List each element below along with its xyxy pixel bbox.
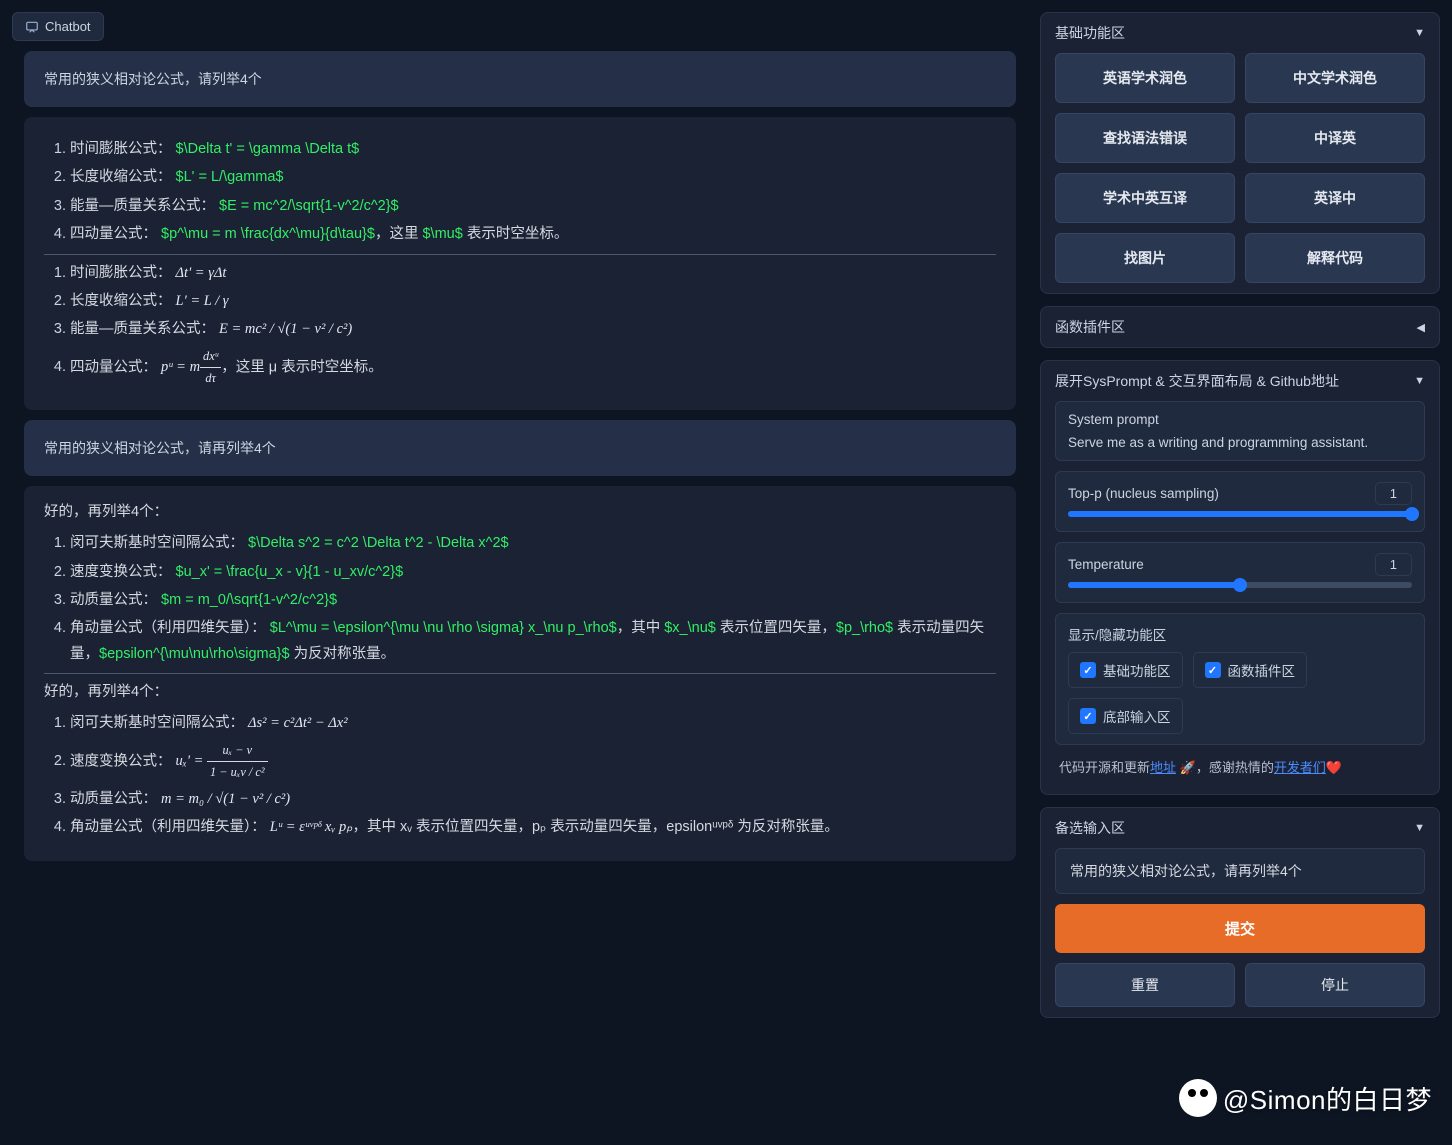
alt-input-field[interactable]: 常用的狭义相对论公式，请再列举4个	[1055, 848, 1425, 894]
sysprompt-header[interactable]: 展开SysPrompt & 交互界面布局 & Github地址 ▼	[1055, 371, 1425, 391]
basic-functions-panel: 基础功能区 ▼ 英语学术润色 中文学术润色 查找语法错误 中译英 学术中英互译 …	[1040, 12, 1440, 294]
basic-functions-header[interactable]: 基础功能区 ▼	[1055, 23, 1425, 43]
bot-message-1: 时间膨胀公式： $\Delta t' = \gamma \Delta t$ 长度…	[24, 117, 1016, 410]
btn-find-image[interactable]: 找图片	[1055, 233, 1235, 283]
check-icon: ✓	[1080, 662, 1096, 678]
sysprompt-panel: 展开SysPrompt & 交互界面布局 & Github地址 ▼ System…	[1040, 360, 1440, 795]
sysprompt-text[interactable]: Serve me as a writing and programming as…	[1068, 435, 1412, 450]
bot1-rendered-list: 时间膨胀公式： Δt' = γΔt 长度收缩公式： L' = L / γ 能量—…	[44, 261, 996, 390]
chat-column: Chatbot 常用的狭义相对论公式，请列举4个 时间膨胀公式： $\Delta…	[12, 12, 1028, 1145]
chat-icon	[25, 20, 39, 34]
heart-icon: ❤️	[1326, 760, 1342, 775]
user-message-2: 常用的狭义相对论公式，请再列举4个	[24, 420, 1016, 476]
bot2-rendered-list: 闵可夫斯基时空间隔公式： Δs² = c²Δt² − Δx² 速度变换公式： u…	[44, 711, 996, 840]
btn-explain-code[interactable]: 解释代码	[1245, 233, 1425, 283]
credit-link-devs[interactable]: 开发者们	[1274, 760, 1326, 775]
credit-link-repo[interactable]: 地址	[1150, 760, 1176, 775]
rocket-icon: 🚀	[1180, 760, 1196, 775]
alt-input-header[interactable]: 备选输入区 ▼	[1055, 818, 1425, 838]
chevron-down-icon: ▼	[1414, 27, 1425, 39]
topp-slider[interactable]	[1068, 511, 1412, 517]
btn-english-polish[interactable]: 英语学术润色	[1055, 53, 1235, 103]
chevron-left-icon: ◀	[1417, 321, 1425, 334]
alt-input-panel: 备选输入区 ▼ 常用的狭义相对论公式，请再列举4个 提交 重置 停止	[1040, 807, 1440, 1018]
btn-chinese-polish[interactable]: 中文学术润色	[1245, 53, 1425, 103]
chevron-down-icon: ▼	[1414, 375, 1425, 387]
bot2-raw-list: 闵可夫斯基时空间隔公式： $\Delta s^2 = c^2 \Delta t^…	[44, 531, 996, 667]
btn-academic-translate[interactable]: 学术中英互译	[1055, 173, 1235, 223]
tab-label: Chatbot	[45, 19, 91, 34]
temp-slider[interactable]	[1068, 582, 1412, 588]
chk-basic[interactable]: ✓基础功能区	[1068, 652, 1183, 688]
btn-cn-to-en[interactable]: 中译英	[1245, 113, 1425, 163]
plugin-panel[interactable]: 函数插件区 ◀	[1040, 306, 1440, 348]
showhide-label: 显示/隐藏功能区	[1068, 624, 1412, 644]
credit-line: 代码开源和更新地址 🚀，感谢热情的开发者们❤️	[1055, 755, 1425, 784]
chk-bottom-input[interactable]: ✓底部输入区	[1068, 698, 1183, 734]
temp-box: Temperature 1	[1055, 542, 1425, 603]
chk-plugin[interactable]: ✓函数插件区	[1193, 652, 1308, 688]
temp-label: Temperature	[1068, 557, 1144, 572]
reset-button[interactable]: 重置	[1055, 963, 1235, 1007]
bot-message-2: 好的，再列举4个： 闵可夫斯基时空间隔公式： $\Delta s^2 = c^2…	[24, 486, 1016, 861]
check-icon: ✓	[1080, 708, 1096, 724]
topp-label: Top-p (nucleus sampling)	[1068, 486, 1219, 501]
stop-button[interactable]: 停止	[1245, 963, 1425, 1007]
bot1-raw-list: 时间膨胀公式： $\Delta t' = \gamma \Delta t$ 长度…	[44, 137, 996, 248]
chatbot-tab[interactable]: Chatbot	[12, 12, 104, 41]
showhide-box: 显示/隐藏功能区 ✓基础功能区 ✓函数插件区 ✓底部输入区	[1055, 613, 1425, 745]
user-message-1: 常用的狭义相对论公式，请列举4个	[24, 51, 1016, 107]
chevron-down-icon: ▼	[1414, 822, 1425, 834]
sidebar: 基础功能区 ▼ 英语学术润色 中文学术润色 查找语法错误 中译英 学术中英互译 …	[1040, 12, 1440, 1145]
sysprompt-label: System prompt	[1068, 412, 1412, 427]
topp-value[interactable]: 1	[1375, 482, 1412, 505]
submit-button[interactable]: 提交	[1055, 904, 1425, 953]
btn-en-to-cn[interactable]: 英译中	[1245, 173, 1425, 223]
topp-box: Top-p (nucleus sampling) 1	[1055, 471, 1425, 532]
temp-value[interactable]: 1	[1375, 553, 1412, 576]
sysprompt-box: System prompt Serve me as a writing and …	[1055, 401, 1425, 461]
btn-grammar-check[interactable]: 查找语法错误	[1055, 113, 1235, 163]
check-icon: ✓	[1205, 662, 1221, 678]
